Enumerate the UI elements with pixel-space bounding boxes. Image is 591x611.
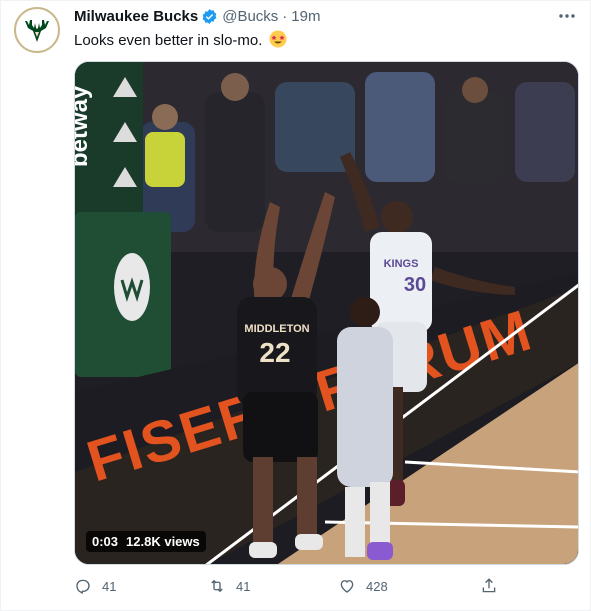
star-struck-emoji-icon: [269, 30, 287, 48]
video-timestamp: 0:03: [92, 534, 119, 549]
jersey-home-number: 22: [259, 337, 290, 368]
more-icon[interactable]: [557, 9, 577, 23]
author-name[interactable]: Milwaukee Bucks: [74, 8, 198, 25]
like-button[interactable]: 428: [338, 577, 388, 595]
tweet-text: Looks even better in slo-mo.: [74, 30, 287, 51]
tweet-body: Looks even better in slo-mo.: [74, 32, 263, 49]
timestamp[interactable]: 19m: [291, 8, 320, 25]
video-badge: 0:03 12.8K views: [86, 531, 206, 552]
bucks-logo-icon: [25, 20, 49, 42]
verified-badge-icon: [202, 9, 217, 24]
separator-dot: ·: [282, 8, 288, 25]
sign-text: betway: [75, 85, 93, 167]
jersey-away-number: 30: [404, 274, 426, 296]
author-handle[interactable]: @Bucks: [222, 8, 278, 25]
jersey-home-name: MIDDLETON: [244, 323, 309, 335]
video-views: 12.8K views: [126, 534, 200, 549]
share-button[interactable]: [480, 577, 508, 595]
tweet-header: Milwaukee Bucks @Bucks · 19m: [74, 8, 320, 25]
avatar[interactable]: [14, 7, 60, 53]
retweet-icon: [211, 579, 223, 593]
retweet-button[interactable]: 41: [208, 577, 250, 595]
reply-button[interactable]: 41: [74, 577, 116, 595]
reply-icon: [76, 579, 90, 594]
like-count: 428: [366, 578, 388, 594]
tweet[interactable]: Milwaukee Bucks @Bucks · 19m Looks even …: [0, 0, 591, 611]
reply-count: 41: [102, 578, 117, 594]
share-icon: [482, 578, 496, 593]
action-bar: 41 41 428: [74, 577, 504, 599]
jersey-away-name: KINGS: [384, 258, 419, 270]
video-frame: betway FISERV FORUM MIDDLETON 22: [75, 62, 578, 564]
video-player[interactable]: betway FISERV FORUM MIDDLETON 22: [74, 61, 579, 565]
like-icon: [340, 580, 354, 593]
retweet-count: 41: [236, 578, 251, 594]
